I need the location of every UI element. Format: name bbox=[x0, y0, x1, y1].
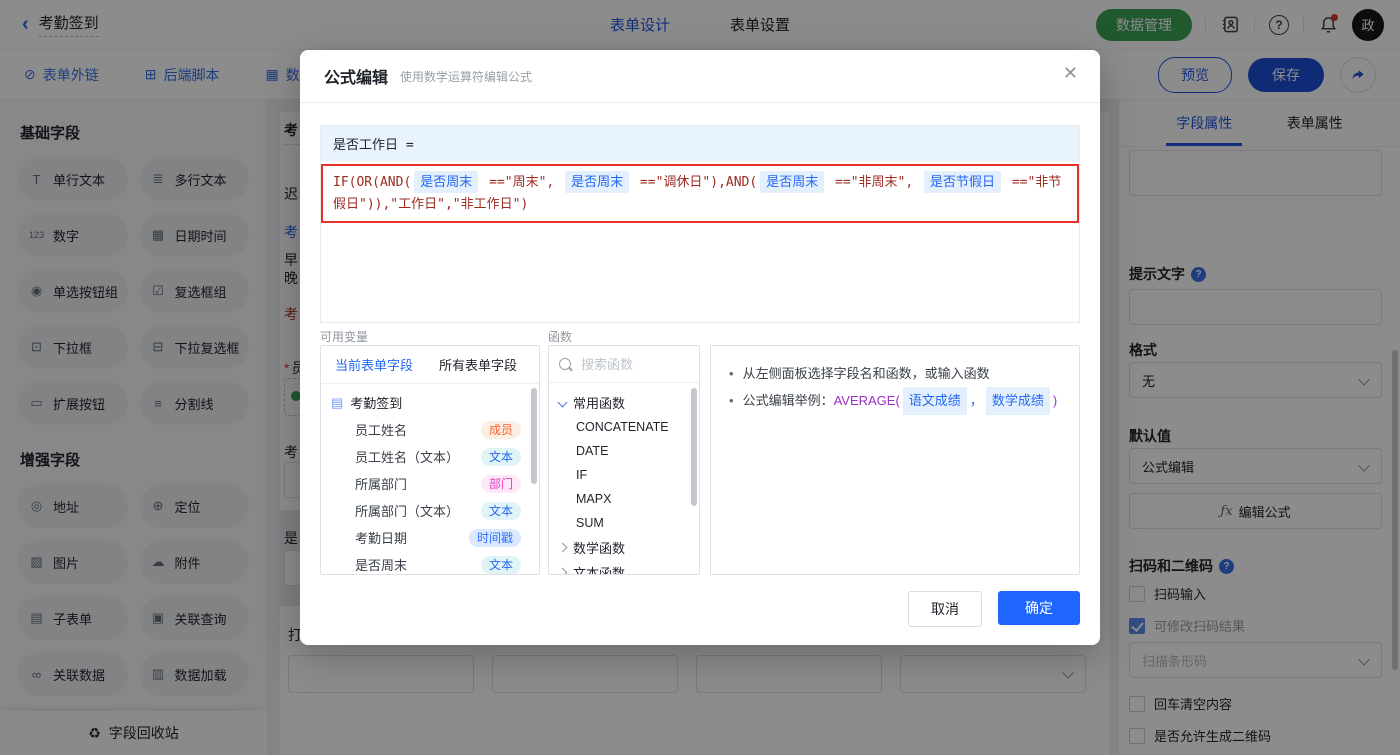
function-search bbox=[549, 346, 699, 383]
hint-line-1: 从左侧面板选择字段名和函数，或输入函数 bbox=[729, 360, 1061, 387]
function-group-common[interactable]: 常用函数 bbox=[549, 390, 699, 415]
confirm-button[interactable]: 确定 bbox=[998, 591, 1080, 625]
hint-body: 从左侧面板选择字段名和函数，或输入函数 公式编辑举例：AVERAGE(语文成绩，… bbox=[711, 346, 1079, 429]
formula-result-label: 是否工作日 = bbox=[321, 126, 1079, 161]
type-badge: 文本 bbox=[480, 447, 521, 466]
variables-panel: 当前表单字段 所有表单字段 ▤ 考勤签到 员工姓名 成员 员工姓名（文本） 文本 所… bbox=[320, 345, 540, 575]
formula-error-box[interactable]: IF(OR(AND(是否周末 =="周末", 是否周末 =="调休日"),AND… bbox=[321, 164, 1079, 224]
hint-line-2: 公式编辑举例：AVERAGE(语文成绩，数学成绩) bbox=[729, 387, 1061, 415]
formula-editor: 是否工作日 = IF(OR(AND(是否周末 =="周末", 是否周末 =="调… bbox=[320, 125, 1080, 323]
document-icon: ▤ bbox=[331, 394, 344, 410]
variable-row[interactable]: 所属部门（文本） 文本 bbox=[321, 497, 539, 524]
function-group-math[interactable]: 数学函数 bbox=[549, 535, 699, 560]
formula-editor-modal: 公式编辑 使用数学运算符编辑公式 ✕ 是否工作日 = IF(OR(AND(是否周… bbox=[300, 50, 1100, 645]
search-icon bbox=[559, 358, 571, 370]
example-field-chip: 语文成绩 bbox=[902, 387, 967, 415]
variable-row[interactable]: 是否周末 文本 bbox=[321, 551, 539, 574]
function-search-input[interactable] bbox=[579, 355, 683, 373]
chevron-right-icon bbox=[557, 567, 568, 574]
variable-row[interactable]: 考勤日期 时间戳 bbox=[321, 524, 539, 551]
modal-title: 公式编辑 bbox=[324, 70, 389, 87]
example-function: AVERAGE( bbox=[833, 393, 900, 409]
function-item[interactable]: IF bbox=[549, 463, 699, 487]
functions-panel: 常用函数 CONCATENATE DATE IF MAPX SUM 数学函数 文… bbox=[548, 345, 700, 575]
modal-header: 公式编辑 使用数学运算符编辑公式 ✕ bbox=[300, 50, 1100, 103]
hint-panel: 从左侧面板选择字段名和函数，或输入函数 公式编辑举例：AVERAGE(语文成绩，… bbox=[710, 345, 1080, 575]
chevron-right-icon bbox=[557, 542, 568, 553]
type-badge: 成员 bbox=[480, 420, 521, 439]
type-badge: 部门 bbox=[480, 474, 521, 493]
modal-subtitle: 使用数学运算符编辑公式 bbox=[400, 69, 533, 84]
variables-list: ▤ 考勤签到 员工姓名 成员 员工姓名（文本） 文本 所属部门 部门 所属部门（文本）… bbox=[321, 384, 539, 574]
variable-row[interactable]: 员工姓名 成员 bbox=[321, 416, 539, 443]
type-badge: 文本 bbox=[480, 501, 521, 520]
formula-text-area[interactable]: IF(OR(AND(是否周末 =="周末", 是否周末 =="调休日"),AND… bbox=[321, 164, 1079, 322]
field-chip[interactable]: 是否周末 bbox=[414, 171, 479, 194]
scrollbar-thumb[interactable] bbox=[531, 388, 537, 484]
variable-row[interactable]: 员工姓名（文本） 文本 bbox=[321, 443, 539, 470]
example-field-chip: 数学成绩 bbox=[985, 387, 1050, 415]
modal-footer: 取消 确定 bbox=[908, 591, 1080, 627]
field-chip[interactable]: 是否周末 bbox=[760, 171, 825, 194]
variable-row[interactable]: 所属部门 部门 bbox=[321, 470, 539, 497]
variables-tabs: 当前表单字段 所有表单字段 bbox=[321, 346, 539, 384]
function-tree: 常用函数 CONCATENATE DATE IF MAPX SUM 数学函数 文… bbox=[549, 383, 699, 574]
function-item[interactable]: MAPX bbox=[549, 487, 699, 511]
scrollbar-thumb[interactable] bbox=[691, 388, 697, 506]
functions-label: 函数 bbox=[548, 330, 573, 344]
variables-root-row[interactable]: ▤ 考勤签到 bbox=[321, 389, 539, 416]
function-item[interactable]: DATE bbox=[549, 439, 699, 463]
field-chip[interactable]: 是否周末 bbox=[565, 171, 630, 194]
type-badge: 文本 bbox=[480, 555, 521, 574]
function-item[interactable]: SUM bbox=[549, 511, 699, 535]
field-chip[interactable]: 是否节假日 bbox=[924, 171, 1002, 194]
function-group-text[interactable]: 文本函数 bbox=[549, 560, 699, 574]
cancel-button[interactable]: 取消 bbox=[908, 591, 982, 627]
tab-all-form-fields[interactable]: 所有表单字段 bbox=[439, 355, 517, 374]
type-badge: 时间戳 bbox=[468, 528, 521, 547]
chevron-down-icon bbox=[557, 397, 568, 408]
close-icon[interactable]: ✕ bbox=[1063, 64, 1078, 82]
tab-current-form-fields[interactable]: 当前表单字段 bbox=[335, 355, 413, 374]
function-item[interactable]: CONCATENATE bbox=[549, 415, 699, 439]
variables-label: 可用变量 bbox=[320, 330, 369, 344]
